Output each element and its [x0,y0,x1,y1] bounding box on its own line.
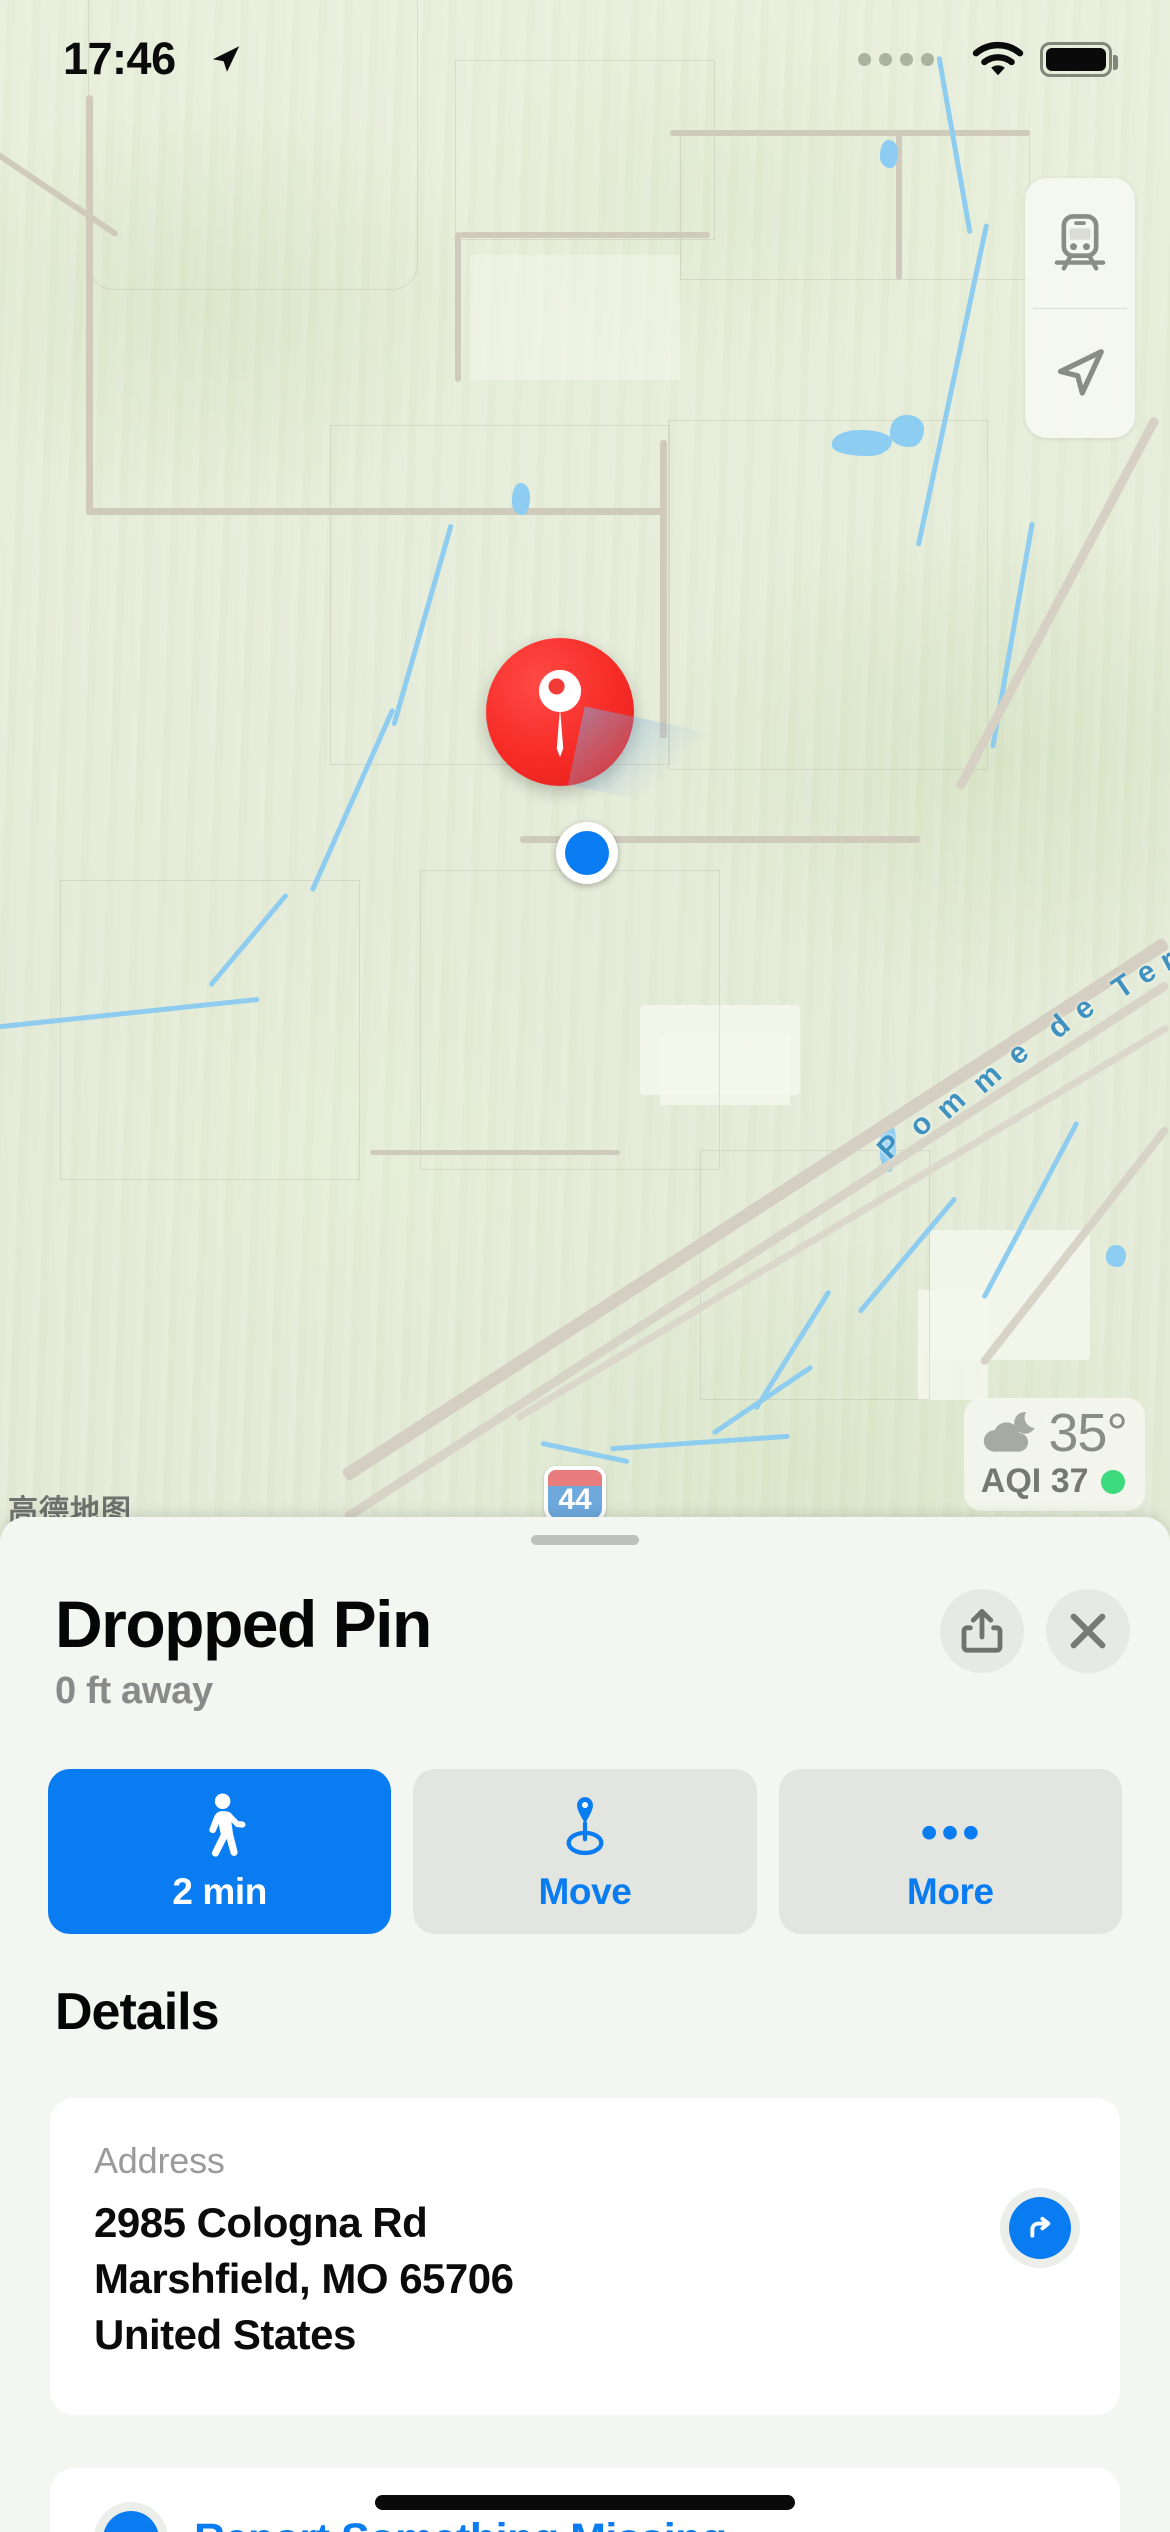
user-location-dot [556,822,618,884]
move-pin-icon [557,1791,613,1863]
map-pond [512,483,530,515]
action-label: More [906,1870,994,1912]
address-lines: 2985 Cologna Rd Marshfield, MO 65706 Uni… [94,2195,514,2363]
map-road [370,1150,620,1155]
place-distance: 0 ft away [55,1670,213,1713]
weather-aqi-row: AQI 37 [978,1462,1127,1501]
map-pond [890,415,924,447]
locate-me-button[interactable] [1025,308,1135,438]
pin-glyph-icon [533,668,587,765]
signal-dots-icon [858,52,934,66]
location-arrow-icon [212,46,240,72]
map-parcel-line [668,420,988,770]
ellipsis-icon [915,1791,985,1863]
map-parcel-line [60,880,360,1180]
dropped-pin-marker[interactable] [486,638,712,813]
wifi-icon [972,41,1024,76]
map-road [670,130,1030,136]
share-button[interactable] [940,1589,1024,1673]
transit-button[interactable] [1025,178,1135,308]
address-line-2: Marshfield, MO 65706 [94,2254,514,2302]
cloud-moon-icon [984,1411,1036,1452]
aqi-label: AQI 37 [980,1462,1089,1500]
train-icon [1054,214,1106,271]
directions-arrow-icon [1009,2197,1071,2259]
report-label: Report Something Missing [194,2515,727,2532]
user-dot-core [565,831,609,875]
map-road [455,232,461,382]
map-parcel-line [420,870,720,1170]
weather-top-row: 35° [978,1403,1128,1463]
close-icon [1070,1613,1106,1649]
map-road [86,508,666,515]
walking-person-icon [191,1791,249,1863]
control-divider [1033,308,1127,309]
address-card[interactable]: Address 2985 Cologna Rd Marshfield, MO 6… [50,2098,1120,2415]
action-label: Move [538,1870,632,1912]
phone-screen: P o m m e d e T e r r e R i v e r 44 高德地… [0,0,1170,2532]
action-buttons-row: 2 min Move More [48,1769,1122,1934]
status-bar: 17:46 [0,0,1170,110]
weather-widget[interactable]: 35° AQI 37 [964,1398,1145,1511]
report-icon-wrap [94,2502,168,2532]
shield-number: 44 [558,1483,592,1516]
map-field-patch [470,255,680,380]
weather-temperature: 35° [1048,1403,1128,1463]
directions-walk-button[interactable]: 2 min [48,1769,392,1934]
place-detail-sheet: Dropped Pin 0 ft away 2 min Move More De… [0,1517,1170,2532]
map-road [86,95,93,515]
map-pond [1106,1245,1126,1267]
map-road [660,440,667,520]
map-controls[interactable] [1025,178,1135,438]
navigation-arrow-icon [1057,349,1104,396]
sheet-grabber[interactable] [531,1535,639,1545]
get-directions-button[interactable] [1000,2188,1080,2268]
address-line-1: 2985 Cologna Rd [94,2199,428,2246]
map-road [460,232,710,238]
home-indicator [375,2495,795,2510]
status-time: 17:46 [63,33,176,84]
more-button[interactable]: More [778,1769,1122,1934]
address-field-label: Address [94,2140,225,2181]
report-icon [103,2511,159,2532]
share-icon [961,1609,1003,1653]
details-heading: Details [55,1983,220,2041]
battery-full-icon [1040,41,1118,77]
address-line-3: United States [94,2310,356,2358]
map-road [660,508,667,738]
move-pin-button[interactable]: Move [413,1769,757,1934]
aqi-status-dot [1100,1469,1125,1494]
map-pond [880,140,898,168]
sheet-header-buttons [940,1589,1130,1673]
highway-shield-icon: 44 [544,1466,606,1524]
close-button[interactable] [1046,1589,1130,1673]
status-indicators [858,40,1118,78]
action-label: 2 min [172,1870,267,1912]
map-pond [832,430,892,456]
